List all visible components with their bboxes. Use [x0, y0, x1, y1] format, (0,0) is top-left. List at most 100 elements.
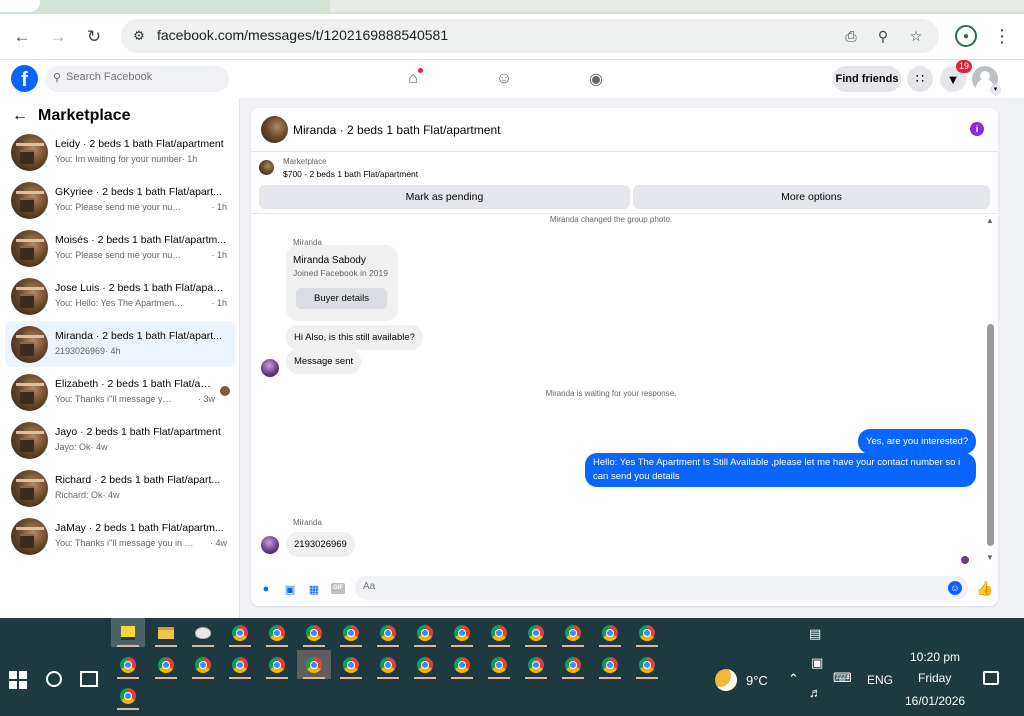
windows-start-icon[interactable] [9, 671, 27, 689]
sticker-icon[interactable]: ▦ [307, 582, 321, 596]
thumbs-up-icon[interactable]: 👍 [976, 580, 993, 597]
chrome-app-icon-selected[interactable] [297, 650, 331, 679]
chrome-app-icon[interactable] [445, 650, 479, 679]
gif-icon[interactable]: GIF [331, 583, 345, 594]
browser-menu-icon[interactable]: ⋮ [992, 25, 1012, 47]
chrome-app-icon[interactable] [445, 618, 479, 647]
back-arrow-icon[interactable]: ← [9, 24, 35, 50]
clock-date[interactable]: 16/01/2026 [905, 694, 965, 708]
weather-temperature[interactable]: 9°C [746, 673, 768, 688]
chrome-app-icon[interactable] [630, 650, 664, 679]
more-options-button[interactable]: More options [633, 185, 990, 209]
chrome-app-icon[interactable] [186, 650, 220, 679]
file-explorer-icon[interactable] [149, 618, 183, 647]
browser-profile-icon[interactable]: ● [955, 25, 977, 47]
emoji-icon[interactable]: ☺ [948, 581, 962, 595]
conversation-item[interactable]: Richard · 2 beds 1 bath Flat/apart... Ri… [5, 465, 235, 511]
facebook-logo-icon[interactable]: f [11, 65, 38, 92]
chrome-app-icon[interactable] [334, 618, 368, 647]
windows-taskbar: 9°C ⌃ ▤ ▣ ♬ ⌨ ENG 10:20 pm Friday 16/01/… [0, 618, 1024, 716]
info-icon[interactable]: i [970, 122, 984, 136]
groups-icon[interactable]: ◉ [584, 68, 608, 90]
friends-icon[interactable]: ☺ [492, 68, 516, 90]
chrome-app-icon[interactable] [593, 650, 627, 679]
message-input[interactable] [363, 581, 923, 592]
conversation-item[interactable]: GKyriee · 2 beds 1 bath Flat/apart... Yo… [5, 177, 235, 223]
thread-scrollbar[interactable]: ▲ ▼ [984, 214, 996, 564]
facebook-header: f ⚲ ⌂ ☺ ◉ Find friends ∷ ▼ 19 ▾ [0, 60, 1024, 98]
volume-icon[interactable]: ♬ [809, 685, 822, 700]
buyer-details-button[interactable]: Buyer details [296, 288, 387, 309]
conversation-item[interactable]: Jayo · 2 beds 1 bath Flat/apartment Jayo… [5, 417, 235, 463]
chevron-up-icon[interactable]: ⌃ [788, 671, 799, 687]
chrome-app-icon[interactable] [297, 618, 331, 647]
microphone-icon[interactable]: ● [259, 582, 273, 596]
facebook-search[interactable]: ⚲ [45, 66, 229, 92]
chrome-app-icon[interactable] [334, 650, 368, 679]
menu-grid-icon[interactable]: ∷ [907, 66, 933, 92]
address-bar[interactable]: ⚙ facebook.com/messages/t/12021698885405… [121, 19, 939, 53]
chrome-app-icon[interactable] [371, 618, 405, 647]
back-arrow-icon[interactable]: ← [12, 107, 28, 125]
facebook-search-input[interactable] [66, 71, 221, 83]
chrome-app-icon[interactable] [111, 681, 145, 710]
scroll-thumb[interactable] [987, 324, 994, 546]
site-settings-icon[interactable]: ⚙ [129, 26, 149, 46]
chrome-app-icon[interactable] [519, 618, 553, 647]
conversation-item[interactable]: Leidy · 2 beds 1 bath Flat/apartment You… [5, 129, 235, 175]
chrome-app-icon[interactable] [223, 618, 257, 647]
chrome-app-icon[interactable] [519, 650, 553, 679]
chrome-app-icon[interactable] [408, 650, 442, 679]
chrome-app-icon[interactable] [223, 650, 257, 679]
chrome-app-icon[interactable] [149, 650, 183, 679]
scroll-down-icon[interactable]: ▼ [986, 553, 994, 562]
scroll-up-icon[interactable]: ▲ [986, 216, 994, 225]
account-chevron-down-icon[interactable]: ▾ [990, 84, 1001, 95]
paint-app-icon[interactable] [186, 618, 220, 647]
task-view-icon[interactable] [80, 671, 98, 687]
chat-avatar[interactable] [261, 116, 288, 143]
find-friends-button[interactable]: Find friends [833, 66, 901, 92]
chrome-app-icon[interactable] [260, 618, 294, 647]
conversation-item[interactable]: Elizabeth · 2 beds 1 bath Flat/ap... You… [5, 369, 235, 415]
conversation-item[interactable]: Moisés · 2 beds 1 bath Flat/apartm... Yo… [5, 225, 235, 271]
language-indicator[interactable]: ENG [867, 673, 893, 687]
chrome-app-icon[interactable] [482, 618, 516, 647]
url-text[interactable]: facebook.com/messages/t/1202169888540581 [157, 27, 448, 43]
conversation-item[interactable]: Jose Luis · 2 beds 1 bath Flat/apart... … [5, 273, 235, 319]
chat-title[interactable]: Miranda · 2 beds 1 bath Flat/apartment [293, 123, 500, 137]
browser-tab[interactable] [0, 0, 40, 12]
chrome-app-icon[interactable] [556, 618, 590, 647]
zoom-icon[interactable]: ⚲ [873, 26, 893, 46]
conversation-item-active[interactable]: Miranda · 2 beds 1 bath Flat/apart... 21… [5, 321, 235, 367]
action-center-icon[interactable] [983, 671, 999, 685]
conversation-item[interactable]: JaMay · 2 beds 1 bath Flat/apartm... You… [5, 513, 235, 559]
browser-tab-strip-area [330, 0, 1024, 12]
chrome-app-icon[interactable] [260, 650, 294, 679]
chrome-app-icon[interactable] [371, 650, 405, 679]
bookmark-star-icon[interactable]: ☆ [906, 26, 926, 46]
forward-arrow-icon[interactable]: → [45, 24, 71, 50]
conversation-name: Jose Luis · 2 beds 1 bath Flat/apart... [55, 282, 227, 294]
message-input-wrap[interactable] [355, 576, 968, 600]
weather-moon-icon[interactable] [715, 669, 737, 691]
chrome-app-icon[interactable] [408, 618, 442, 647]
clock-time[interactable]: 10:20 pm [910, 650, 960, 664]
chrome-app-icon[interactable] [593, 618, 627, 647]
reload-icon[interactable]: ↻ [81, 24, 107, 50]
chrome-app-icon[interactable] [482, 650, 516, 679]
chrome-app-icon[interactable] [630, 618, 664, 647]
chrome-app-icon[interactable] [556, 650, 590, 679]
network-icon[interactable]: ▤ [809, 626, 821, 642]
clock-day[interactable]: Friday [918, 671, 951, 685]
photo-icon[interactable]: ▣ [283, 582, 297, 596]
meet-now-icon[interactable]: ▣ [811, 655, 823, 671]
chrome-app-icon[interactable] [111, 650, 145, 679]
listing-title[interactable]: $700 - 2 beds 1 bath Flat/apartment [283, 169, 418, 179]
search-circle-icon[interactable] [46, 671, 62, 687]
conversation-preview: 2193026969· 4h [55, 346, 121, 356]
install-app-icon[interactable]: ⎙ [841, 26, 861, 46]
sticky-notes-app-icon[interactable] [111, 618, 145, 647]
keyboard-icon[interactable]: ⌨ [833, 670, 852, 686]
mark-as-pending-button[interactable]: Mark as pending [259, 185, 630, 209]
